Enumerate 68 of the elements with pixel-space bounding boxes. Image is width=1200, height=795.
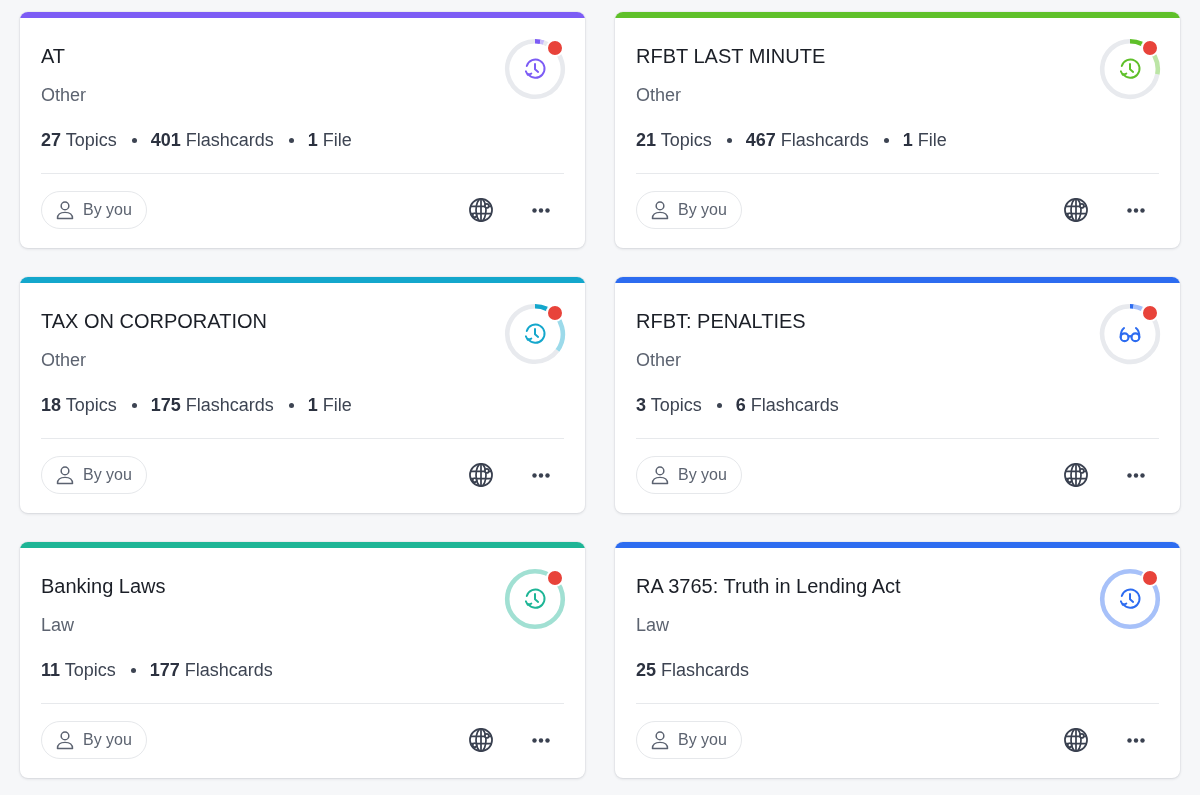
stat-text: 177 Flashcards bbox=[149, 659, 273, 682]
more-dots-icon bbox=[532, 737, 550, 743]
stat-text: 18 Topics bbox=[41, 394, 117, 417]
deck-card[interactable]: TAX ON CORPORATION Other 18 Topics 175 Flashcards 1 File By you bbox=[20, 277, 585, 513]
stat-text: 1 File bbox=[307, 129, 352, 152]
deck-category: Other bbox=[41, 349, 87, 372]
deck-category: Law bbox=[41, 614, 75, 637]
owner-label: By you bbox=[83, 200, 132, 220]
deck-category: Law bbox=[636, 614, 670, 637]
deck-card[interactable]: Banking Laws Law 11 Topics 177 Flashcards By you bbox=[20, 542, 585, 778]
more-dots-icon bbox=[532, 472, 550, 478]
deck-title: AT bbox=[41, 44, 66, 69]
deck-card[interactable]: RFBT: PENALTIES Other 3 Topics 6 Flashcards By you bbox=[615, 277, 1180, 513]
stat-text: 27 Topics bbox=[41, 129, 117, 152]
user-icon bbox=[54, 199, 76, 221]
separator-dot-icon bbox=[131, 402, 137, 408]
more-dots-icon bbox=[532, 207, 550, 213]
deck-title: RFBT: PENALTIES bbox=[636, 309, 806, 334]
owner-label: By you bbox=[678, 730, 727, 750]
stat-text: 6 Flashcards bbox=[735, 394, 839, 417]
deck-title: RFBT LAST MINUTE bbox=[636, 44, 826, 69]
user-icon bbox=[649, 199, 671, 221]
deck-card[interactable]: AT Other 27 Topics 401 Flashcards 1 File By you bbox=[20, 12, 585, 248]
stat-text: 401 Flashcards bbox=[150, 129, 274, 152]
deck-card[interactable]: RA 3765: Truth in Lending Act Law 25 Flashcards By you bbox=[615, 542, 1180, 778]
user-icon bbox=[54, 464, 76, 486]
separator-dot-icon bbox=[883, 137, 889, 143]
deck-category: Other bbox=[636, 349, 682, 372]
stat-text: 1 File bbox=[902, 129, 947, 152]
user-icon bbox=[649, 464, 671, 486]
stat-text: 11 Topics bbox=[41, 659, 116, 682]
deck-title: RA 3765: Truth in Lending Act bbox=[636, 574, 901, 599]
stat-text: 175 Flashcards bbox=[150, 394, 274, 417]
globe-icon bbox=[468, 462, 494, 488]
more-dots-icon bbox=[1127, 207, 1145, 213]
deck-card[interactable]: RFBT LAST MINUTE Other 21 Topics 467 Flashcards 1 File By you bbox=[615, 12, 1180, 248]
progress-ring-track bbox=[504, 38, 566, 100]
stat-text: 3 Topics bbox=[636, 394, 702, 417]
owner-label: By you bbox=[83, 465, 132, 485]
globe-icon bbox=[468, 727, 494, 753]
progress-ring-track bbox=[505, 303, 560, 365]
stat-text: 21 Topics bbox=[636, 129, 712, 152]
deck-title: Banking Laws bbox=[41, 574, 166, 599]
stat-text: 1 File bbox=[307, 394, 352, 417]
separator-dot-icon bbox=[288, 402, 294, 408]
separator-dot-icon bbox=[716, 402, 722, 408]
progress-ring-track bbox=[1100, 38, 1160, 100]
owner-label: By you bbox=[678, 200, 727, 220]
more-dots-icon bbox=[1127, 737, 1145, 743]
separator-dot-icon bbox=[726, 137, 732, 143]
globe-icon bbox=[1063, 462, 1089, 488]
separator-dot-icon bbox=[131, 137, 137, 143]
stat-text: 467 Flashcards bbox=[745, 129, 869, 152]
owner-label: By you bbox=[678, 465, 727, 485]
separator-dot-icon bbox=[130, 667, 136, 673]
globe-icon bbox=[1063, 727, 1089, 753]
owner-label: By you bbox=[83, 730, 132, 750]
user-icon bbox=[649, 729, 671, 751]
more-dots-icon bbox=[1127, 472, 1145, 478]
user-icon bbox=[54, 729, 76, 751]
globe-icon bbox=[468, 197, 494, 223]
progress-ring-track bbox=[1099, 303, 1161, 364]
deck-title: TAX ON CORPORATION bbox=[41, 309, 267, 334]
deck-category: Other bbox=[41, 84, 87, 107]
deck-category: Other bbox=[636, 84, 682, 107]
stat-text: 25 Flashcards bbox=[636, 659, 750, 682]
separator-dot-icon bbox=[288, 137, 294, 143]
globe-icon bbox=[1063, 197, 1089, 223]
